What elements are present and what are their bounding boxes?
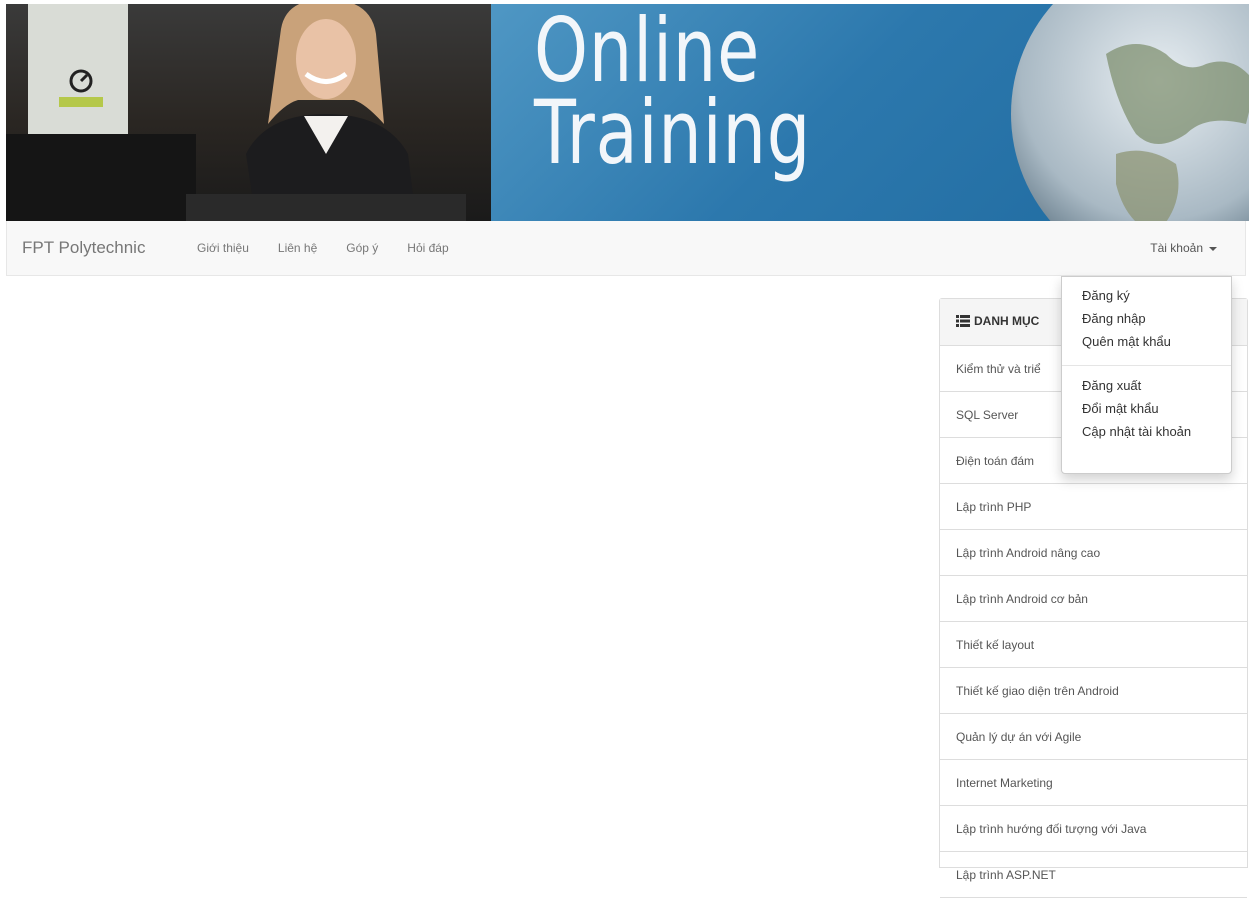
category-item[interactable]: Internet Marketing: [940, 760, 1247, 806]
nav-links: Giới thiệu Liên hệ Góp ý Hỏi đáp: [197, 241, 478, 255]
banner-title: Online Training: [534, 4, 812, 184]
caret-down-icon: [1209, 246, 1217, 251]
category-item[interactable]: Lập trình Android nâng cao: [940, 530, 1247, 576]
account-dropdown-toggle[interactable]: Tài khoản: [1150, 241, 1217, 255]
globe-icon: [1011, 4, 1249, 221]
banner-title-line2: Training: [534, 81, 812, 184]
nav-link-gioi-thieu[interactable]: Giới thiệu: [197, 241, 249, 255]
menu-divider: [1062, 365, 1231, 366]
menu-item-dang-ky[interactable]: Đăng ký: [1062, 285, 1231, 308]
category-item[interactable]: Thiết kế layout: [940, 622, 1247, 668]
menu-item-quen-mat-khau[interactable]: Quên mật khẩu: [1062, 331, 1231, 354]
category-item[interactable]: Lập trình PHP: [940, 484, 1247, 530]
nav-link-hoi-dap[interactable]: Hỏi đáp: [407, 241, 448, 255]
list-icon: [956, 315, 970, 327]
menu-item-cap-nhat-tai-khoan[interactable]: Cập nhật tài khoản: [1062, 421, 1231, 444]
account-dropdown-menu: Đăng ký Đăng nhập Quên mật khẩu Đăng xuấ…: [1061, 276, 1232, 474]
category-item[interactable]: Lập trình ASP.NET: [940, 852, 1247, 898]
account-label: Tài khoản: [1150, 241, 1203, 255]
category-item[interactable]: Thiết kế giao diện trên Android: [940, 668, 1247, 714]
banner-chair: [6, 134, 196, 221]
category-item[interactable]: Quản lý dự án với Agile: [940, 714, 1247, 760]
header-banner: Online Training: [6, 4, 1249, 221]
banner-photo: [6, 4, 491, 221]
nav-link-lien-he[interactable]: Liên hệ: [278, 241, 317, 255]
category-item[interactable]: Lập trình Android cơ bản: [940, 576, 1247, 622]
category-heading-label: DANH MỤC: [974, 314, 1040, 328]
category-item[interactable]: Lập trình hướng đối tượng với Java: [940, 806, 1247, 852]
banner-title-line1: Online: [534, 4, 761, 102]
menu-item-dang-xuat[interactable]: Đăng xuất: [1062, 375, 1231, 398]
nav-link-gop-y[interactable]: Góp ý: [346, 241, 378, 255]
menu-item-dang-nhap[interactable]: Đăng nhập: [1062, 308, 1231, 331]
menu-item-doi-mat-khau[interactable]: Đổi mật khẩu: [1062, 398, 1231, 421]
navbar: FPT Polytechnic Giới thiệu Liên hệ Góp ý…: [6, 221, 1246, 276]
brand-link[interactable]: FPT Polytechnic: [22, 238, 145, 258]
training-logo-icon: [59, 69, 103, 107]
presenter-image: [186, 4, 466, 221]
